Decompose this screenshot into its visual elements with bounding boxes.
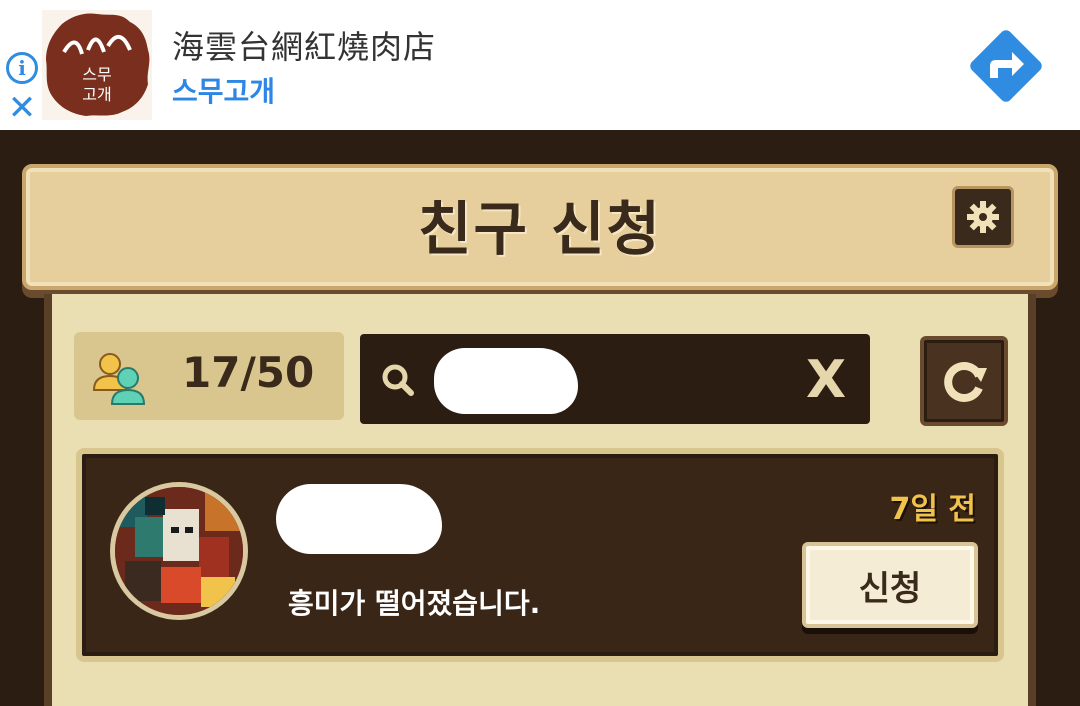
friends-icon: [92, 353, 146, 405]
search-clear-button[interactable]: X: [806, 350, 846, 410]
directions-icon[interactable]: [960, 20, 1052, 112]
ad-banner[interactable]: i ✕ 스무 고개 海雲台網紅燒肉店 스무고개: [0, 0, 1080, 130]
search-redacted-text: [434, 348, 578, 414]
refresh-button[interactable]: [920, 336, 1008, 426]
settings-button[interactable]: [952, 186, 1014, 248]
refresh-icon: [944, 362, 987, 402]
close-icon[interactable]: ✕: [6, 91, 38, 125]
apply-button[interactable]: 신청: [802, 542, 978, 628]
search-input[interactable]: X: [360, 334, 870, 424]
friend-count-box: 17/50: [74, 332, 344, 420]
ad-subtitle[interactable]: 스무고개: [172, 70, 275, 110]
gear-icon: [967, 201, 999, 233]
avatar[interactable]: [110, 482, 248, 620]
ad-logo-text-top: 스무: [82, 65, 111, 84]
header-bar: 친구 신청: [22, 164, 1058, 290]
page-title: 친구 신청: [418, 195, 662, 263]
friend-name-redacted: [276, 484, 442, 554]
search-icon: [382, 364, 414, 396]
friend-request-card: 흥미가 떨어졌습니다. 7일 전 신청: [76, 448, 1004, 662]
friend-count: 17/50: [182, 348, 315, 397]
request-time: 7일 전: [889, 492, 976, 527]
info-icon[interactable]: i: [6, 52, 38, 84]
ad-logo: 스무 고개: [42, 10, 152, 120]
ad-title[interactable]: 海雲台網紅燒肉店: [172, 22, 436, 68]
ad-logo-text-bottom: 고개: [82, 85, 111, 104]
friend-status-message: 흥미가 떨어졌습니다.: [288, 587, 541, 620]
